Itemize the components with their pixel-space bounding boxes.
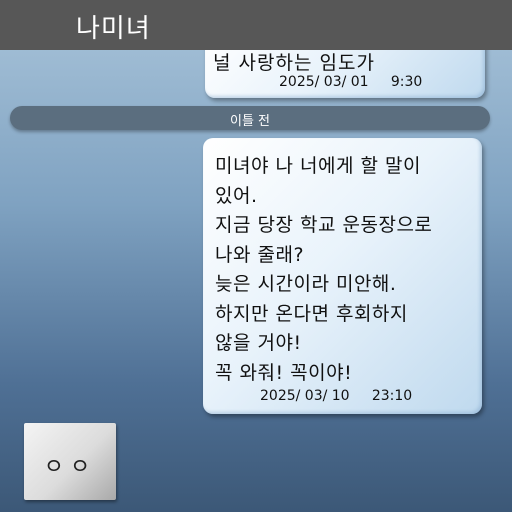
message-line: 늦은 시간이라 미안해.	[215, 273, 397, 295]
message-text: 미녀야 나 너에게 할 말이 있어. 지금 당장 학교 운동장으로 나와 줄래?…	[215, 152, 432, 388]
message-line: 꼭 와줘! 꼭이야!	[215, 361, 353, 384]
message-line: 지금 당장 학교 운동장으로	[215, 214, 433, 236]
message-line: 않을 거야!	[215, 332, 302, 354]
message-line: 있어.	[215, 184, 258, 207]
message-timestamp: 2025/ 03/ 10 23:10	[260, 388, 413, 404]
message-line: 하지만 온다면 후회하지	[215, 302, 408, 325]
previous-message-timestamp: 2025/ 03/ 01 9:30	[279, 74, 423, 90]
day-divider-label: 이틀 전	[229, 114, 270, 129]
avatar[interactable]: ㅇㅇ	[24, 423, 116, 500]
contact-name: 나미녀	[76, 14, 151, 44]
avatar-label: ㅇㅇ	[43, 455, 97, 480]
message-line: 나와 줄래?	[215, 243, 305, 266]
message-bubble[interactable]: 미녀야 나 너에게 할 말이 있어. 지금 당장 학교 운동장으로 나와 줄래?…	[203, 138, 482, 414]
chat-header: 나미녀	[0, 0, 512, 50]
previous-message-text: 널 사랑하는 임도가	[213, 52, 375, 74]
message-line: 미녀야 나 너에게 할 말이	[215, 155, 421, 177]
day-divider: 이틀 전	[10, 106, 490, 130]
